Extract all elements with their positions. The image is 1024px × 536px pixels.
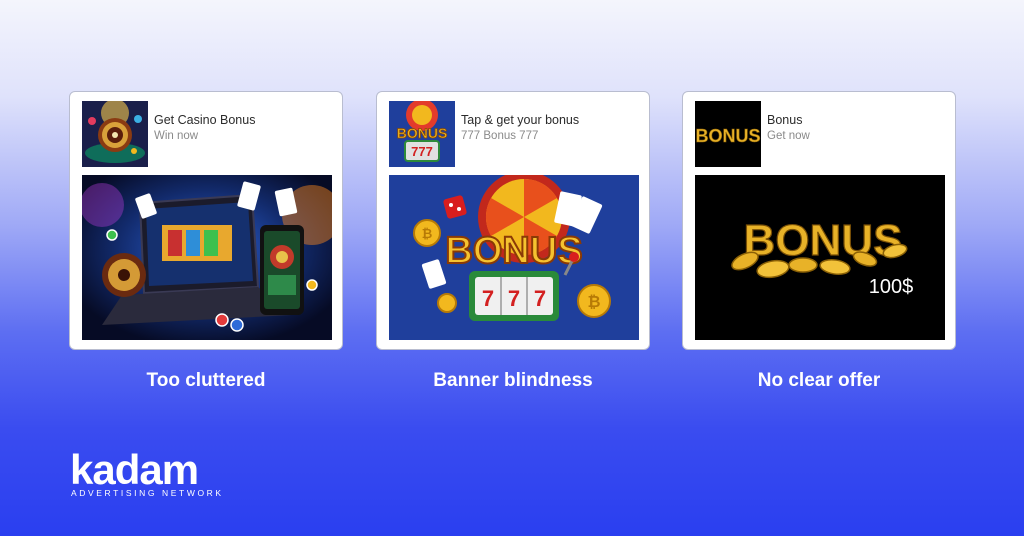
ad-subtitle: Win now [154,130,199,142]
logo-tagline: ADVERTISING NETWORK [71,488,224,498]
casino-devices-illustration[interactable] [82,175,332,340]
bonus-slot-icon: 777 BONUS [389,101,455,167]
ad-title[interactable]: Tap & get your bonus [461,113,579,127]
thumb-bonus-text: BONUS [397,125,448,141]
roulette-wheel-icon [82,101,148,167]
bonus-slot-machine-illustration[interactable]: ₿ ₿ BONUS 7 7 7 [389,175,639,340]
thumb-bonus-text: BONUS [695,126,760,146]
caption-no-offer: No clear offer [757,370,881,391]
caption-cluttered: Too cluttered [146,370,266,391]
ad-card-casino[interactable]: Get Casino Bonus Win now [69,91,343,350]
banner-bonus-text: BONUS [744,216,903,265]
ad-card-bonus-slot[interactable]: 777 BONUS Tap & get your bonus 777 Bonus… [376,91,650,350]
slot-reel-3: 7 [534,286,546,311]
bonus-gold-coins-illustration[interactable]: BONUS 100$ [695,175,945,340]
ad-subtitle: 777 Bonus 777 [461,130,539,142]
svg-text:₿: ₿ [587,293,600,311]
slot-reel-2: 7 [508,286,520,311]
ad-subtitle: Get now [767,130,810,142]
ad-title[interactable]: Bonus [767,113,802,127]
kadam-logo: kadam ADVERTISING NETWORK [70,449,240,501]
svg-text:₿: ₿ [422,226,433,241]
bonus-amount: 100$ [869,276,914,298]
slot-reel-1: 7 [482,286,494,311]
ad-card-bonus-gold[interactable]: BONUS Bonus Get now BONUS 100$ [682,91,956,350]
logo-wordmark: kadam [70,446,199,493]
svg-text:777: 777 [411,144,433,159]
caption-banner-blindness: Banner blindness [433,370,593,391]
banner-bonus-text: BONUS [445,230,582,272]
ad-title[interactable]: Get Casino Bonus [154,113,255,127]
bonus-gold-text-icon: BONUS [695,101,761,167]
